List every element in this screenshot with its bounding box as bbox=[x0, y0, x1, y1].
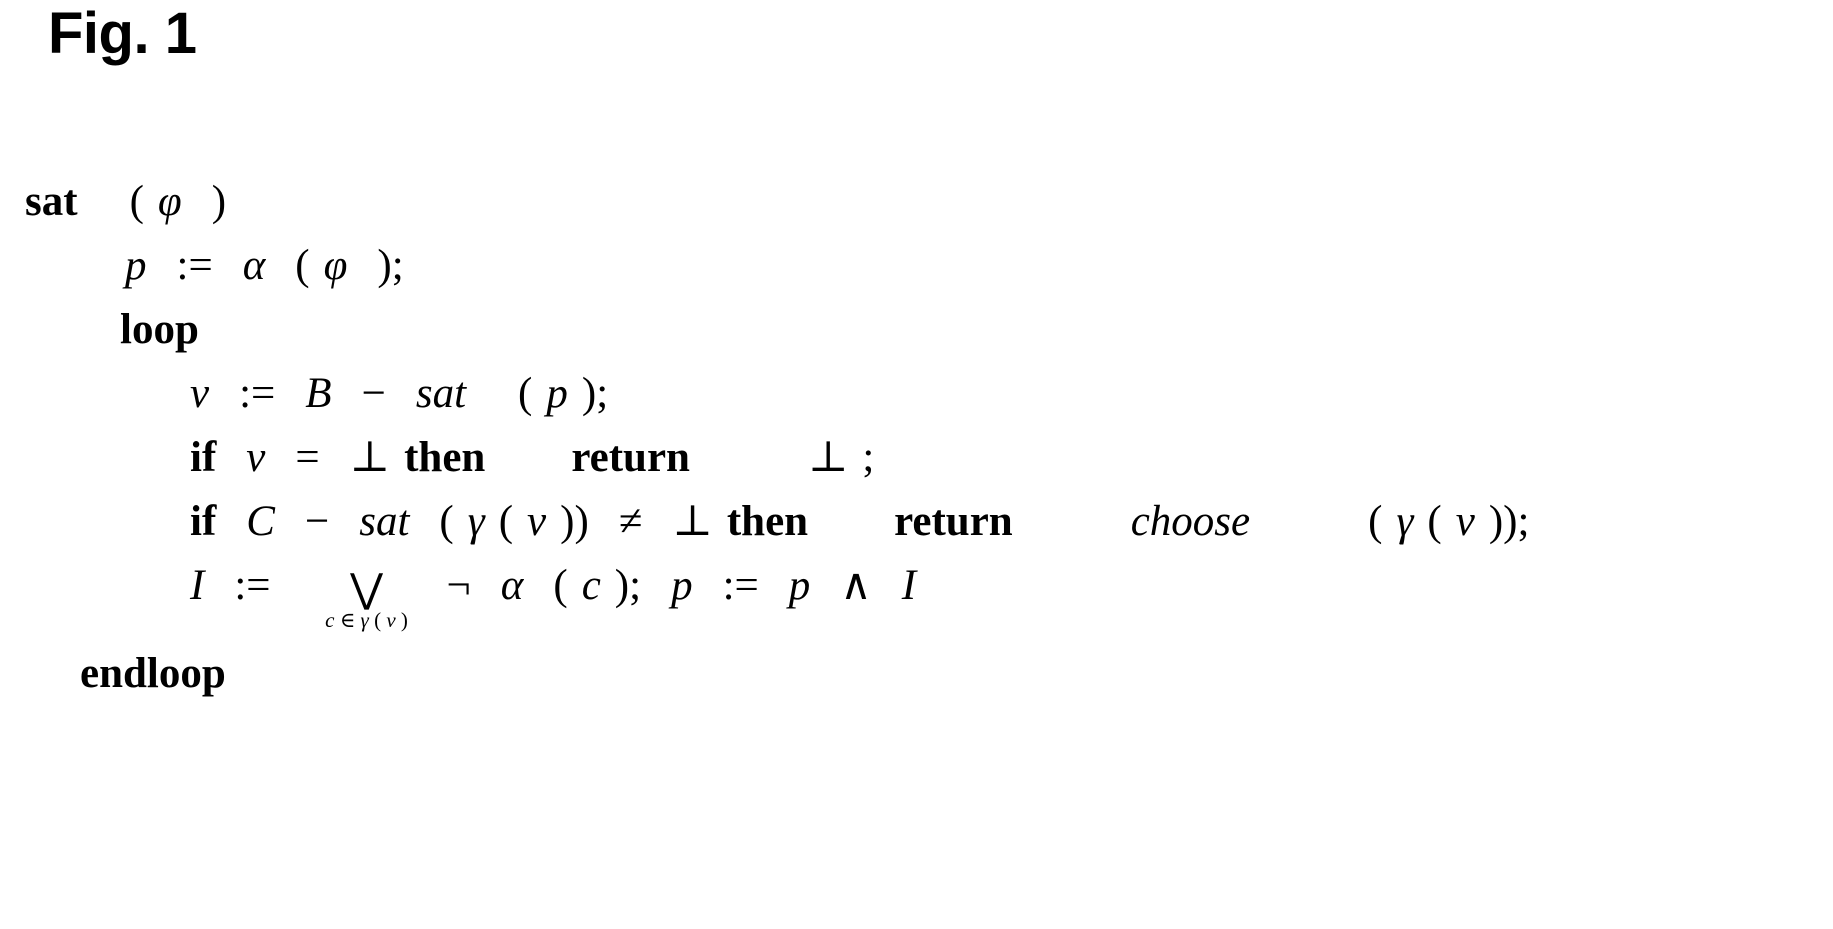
operator-element-of: ∈ bbox=[339, 608, 356, 632]
pseudocode-block: sat(φ) p:= α(φ); loop ν:= B − sat(p); if ν = ⊥ t… bbox=[0, 170, 1833, 706]
variable-C: C bbox=[246, 498, 275, 545]
keyword-endloop: endloop bbox=[80, 650, 226, 697]
code-line-if-csat: if C − sat ( γ ( ν)) ≠ ⊥ then return choose ( γ ( ν)); bbox=[0, 490, 1833, 554]
variable-p: p bbox=[671, 562, 693, 609]
symbol-alpha: α bbox=[242, 242, 266, 289]
symbol-phi: φ bbox=[157, 178, 182, 225]
keyword-then: then bbox=[726, 498, 809, 545]
semicolon: ; bbox=[629, 562, 642, 609]
symbol-bottom: ⊥ bbox=[807, 434, 849, 481]
symbol-nu: ν bbox=[527, 498, 547, 545]
paren-close: ) bbox=[560, 498, 575, 545]
figure-title: Fig. 1 bbox=[48, 1, 197, 66]
function-choose: choose bbox=[1130, 498, 1251, 545]
semicolon: ; bbox=[1517, 498, 1530, 545]
code-line-assign-nu: ν := B − sat ( p); bbox=[0, 362, 1833, 426]
keyword-return: return bbox=[571, 434, 690, 481]
symbol-gamma: γ bbox=[467, 498, 485, 545]
operator-conjunction: ∧ bbox=[840, 562, 872, 609]
code-line-endloop: endloop bbox=[0, 642, 1833, 706]
keyword-sat: sat bbox=[25, 178, 78, 225]
symbol-nu: ν bbox=[386, 608, 396, 632]
keyword-then: then bbox=[404, 434, 486, 481]
operator-minus: − bbox=[361, 370, 386, 417]
paren-close: ) bbox=[1488, 498, 1504, 545]
keyword-if: if bbox=[190, 498, 217, 545]
paren-close: ) bbox=[1503, 498, 1518, 545]
semicolon: ; bbox=[862, 434, 875, 481]
code-line-signature: sat ( φ) bbox=[0, 170, 1833, 234]
operator-negation: ¬ bbox=[446, 562, 471, 609]
paren-open: ( bbox=[498, 498, 514, 545]
limit-variable-c: c bbox=[325, 608, 335, 632]
symbol-gamma: γ bbox=[1396, 498, 1414, 545]
semicolon: ; bbox=[391, 242, 404, 289]
symbol-alpha: α bbox=[500, 562, 524, 609]
code-line-loop: loop bbox=[0, 298, 1833, 362]
symbol-gamma: γ bbox=[360, 608, 369, 632]
symbol-nu: ν bbox=[1455, 498, 1475, 545]
paren-open: ( bbox=[518, 370, 533, 417]
variable-c: c bbox=[581, 562, 601, 609]
paren-close: ) bbox=[574, 498, 589, 545]
big-disjunction-operator: ⋁ c ∈ γ ( ν ) bbox=[301, 566, 433, 631]
function-sat: sat bbox=[359, 498, 410, 545]
variable-p: p bbox=[125, 242, 147, 289]
symbol-nu: ν bbox=[190, 370, 210, 417]
paren-open: ( bbox=[439, 498, 454, 545]
operator-assign: := bbox=[234, 562, 271, 609]
paren-close: ) bbox=[614, 562, 630, 609]
symbol-nu: ν bbox=[246, 434, 266, 481]
code-line-init-p: p := α ( φ); bbox=[0, 234, 1833, 298]
operator-assign: := bbox=[176, 242, 213, 289]
variable-p: p bbox=[788, 562, 811, 609]
operator-assign: := bbox=[722, 562, 759, 609]
operator-not-equal: ≠ bbox=[618, 498, 643, 545]
keyword-loop: loop bbox=[120, 306, 199, 353]
code-line-assign-I: I:= ⋁ c ∈ γ ( ν ) ¬ α(c); p:= p ∧ I bbox=[0, 554, 1833, 631]
symbol-bottom: ⊥ bbox=[349, 434, 391, 481]
variable-I: I bbox=[190, 562, 205, 609]
symbol-phi: φ bbox=[323, 242, 348, 289]
semicolon: ; bbox=[596, 370, 609, 417]
symbol-bottom: ⊥ bbox=[672, 498, 713, 545]
paren-open: ( bbox=[553, 562, 568, 609]
paren-open: ( bbox=[295, 242, 310, 289]
bigvee-icon: ⋁ bbox=[350, 566, 383, 611]
paren-close: ) bbox=[211, 178, 227, 225]
keyword-return: return bbox=[894, 498, 1013, 545]
operator-assign: := bbox=[239, 370, 276, 417]
paren-open: ( bbox=[1427, 498, 1442, 545]
paren-close: ) bbox=[400, 608, 408, 632]
operator-minus: − bbox=[304, 498, 330, 545]
paren-close: ) bbox=[377, 242, 392, 289]
variable-I: I bbox=[901, 562, 917, 609]
keyword-if: if bbox=[190, 434, 217, 481]
paren-open: ( bbox=[1368, 498, 1383, 545]
code-line-if-nu-bottom: if ν = ⊥ then return ⊥; bbox=[0, 426, 1833, 490]
operator-equals: = bbox=[295, 434, 320, 481]
bigvee-subscript: c ∈ γ ( ν ) bbox=[301, 610, 433, 631]
function-sat: sat bbox=[415, 370, 467, 417]
paren-open: ( bbox=[129, 178, 144, 225]
paren-open: ( bbox=[374, 608, 382, 632]
paren-close: ) bbox=[581, 370, 597, 417]
variable-p: p bbox=[546, 370, 568, 417]
variable-B: B bbox=[305, 370, 332, 417]
